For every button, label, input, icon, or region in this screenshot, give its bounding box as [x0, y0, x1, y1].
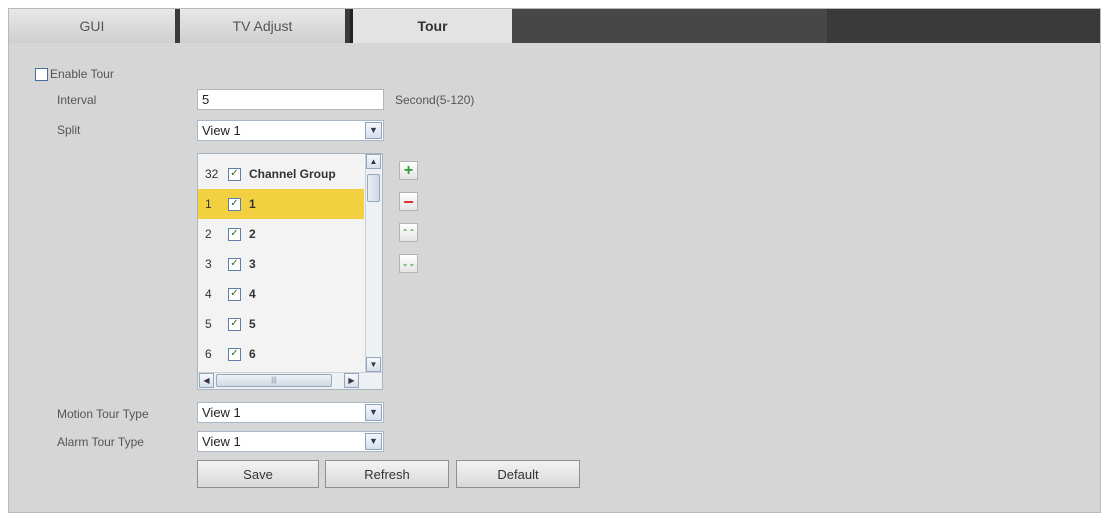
chevron-down-icon: ▼	[365, 122, 382, 139]
move-down-icon[interactable]: ⌄⌄	[399, 254, 418, 273]
interval-hint: Second(5-120)	[395, 93, 475, 107]
list-item-num: 4	[205, 287, 212, 301]
list-item-label: 5	[249, 317, 256, 331]
list-item-num: 1	[205, 197, 212, 211]
enable-tour-checkbox[interactable]	[35, 67, 48, 81]
list-item[interactable]: 2 ✓ 2	[198, 219, 364, 249]
list-header-label: Channel Group	[249, 167, 336, 181]
tab-bar-accent	[512, 9, 827, 43]
list-item[interactable]: 4 ✓ 4	[198, 279, 364, 309]
list-item-label: 2	[249, 227, 256, 241]
list-item-num: 2	[205, 227, 212, 241]
channel-group-checkbox[interactable]: ✓	[228, 167, 241, 181]
enable-tour-row: Enable Tour	[35, 67, 114, 81]
remove-icon[interactable]: −	[399, 192, 418, 211]
list-item-num: 6	[205, 347, 212, 361]
tab-gui[interactable]: GUI	[9, 9, 180, 43]
list-item-label: 1	[249, 197, 256, 211]
tab-tv-adjust[interactable]: TV Adjust	[180, 9, 350, 43]
motion-tour-type-label: Motion Tour Type	[57, 407, 149, 421]
channel-list: 32 ✓ Channel Group 1 ✓ 1 2 ✓ 2 3 ✓ 3 4 ✓…	[197, 153, 383, 390]
scroll-up-icon[interactable]: ▲	[366, 154, 381, 169]
list-item-checkbox[interactable]: ✓	[228, 257, 241, 271]
chevron-down-icon: ▼	[365, 404, 382, 421]
list-item-label: 4	[249, 287, 256, 301]
motion-tour-type-select[interactable]: View 1 ▼	[197, 402, 384, 423]
scroll-right-icon[interactable]: ▶	[344, 373, 359, 388]
list-item[interactable]: 6 ✓ 6	[198, 339, 364, 369]
enable-tour-label: Enable Tour	[50, 67, 114, 81]
split-value: View 1	[202, 123, 241, 138]
split-select[interactable]: View 1 ▼	[197, 120, 384, 141]
list-header-row[interactable]: 32 ✓ Channel Group	[198, 159, 364, 189]
list-header-num: 32	[205, 167, 219, 181]
motion-tour-type-value: View 1	[202, 405, 241, 420]
tab-bar: GUI TV Adjust Tour	[9, 9, 1100, 43]
split-label: Split	[57, 123, 81, 137]
alarm-tour-type-label: Alarm Tour Type	[57, 435, 144, 449]
vertical-scrollbar[interactable]: ▲ ▼	[365, 154, 382, 372]
alarm-tour-type-select[interactable]: View 1 ▼	[197, 431, 384, 452]
list-item-label: 6	[249, 347, 256, 361]
scroll-down-icon[interactable]: ▼	[366, 357, 381, 372]
tab-tour[interactable]: Tour	[350, 9, 512, 43]
list-item-num: 5	[205, 317, 212, 331]
chevron-down-icon: ▼	[365, 433, 382, 450]
refresh-button[interactable]: Refresh	[325, 460, 449, 488]
list-item-checkbox[interactable]: ✓	[228, 317, 241, 331]
add-icon[interactable]: +	[399, 161, 418, 180]
move-up-icon[interactable]: ⌃⌃	[399, 223, 418, 242]
save-button[interactable]: Save	[197, 460, 319, 488]
list-item-label: 3	[249, 257, 256, 271]
alarm-tour-type-value: View 1	[202, 434, 241, 449]
scroll-left-icon[interactable]: ◀	[199, 373, 214, 388]
list-item-checkbox[interactable]: ✓	[228, 197, 241, 211]
list-item[interactable]: 5 ✓ 5	[198, 309, 364, 339]
default-button[interactable]: Default	[456, 460, 580, 488]
list-item[interactable]: 1 ✓ 1	[198, 189, 364, 219]
horizontal-scrollbar[interactable]: ◀ ||| ▶	[198, 372, 382, 389]
list-item-checkbox[interactable]: ✓	[228, 227, 241, 241]
interval-label: Interval	[57, 93, 97, 107]
interval-input[interactable]: 5	[197, 89, 384, 110]
list-item-num: 3	[205, 257, 212, 271]
vertical-scroll-thumb[interactable]	[367, 174, 380, 202]
tour-settings-panel: GUI TV Adjust Tour Enable Tour Interval …	[8, 8, 1101, 513]
list-item[interactable]: 3 ✓ 3	[198, 249, 364, 279]
horizontal-scroll-thumb[interactable]: |||	[216, 374, 332, 387]
list-item-checkbox[interactable]: ✓	[228, 287, 241, 301]
list-item-checkbox[interactable]: ✓	[228, 347, 241, 361]
